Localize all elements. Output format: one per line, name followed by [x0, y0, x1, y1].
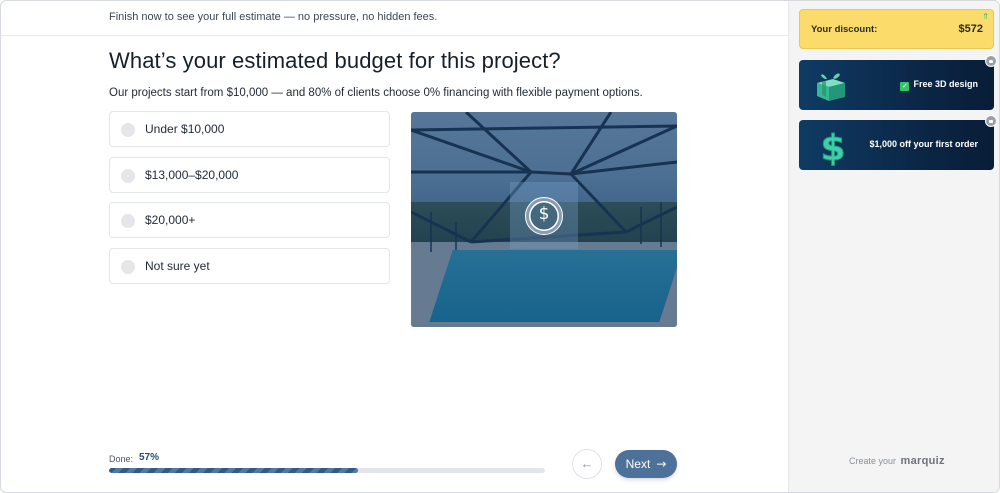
money-icon: $: [820, 128, 846, 167]
option-label: Under $10,000: [145, 122, 225, 136]
radio-button[interactable]: [121, 259, 135, 274]
lock-icon: [985, 115, 997, 127]
answer-options: Under $10,000 $13,000–$20,000 $20,000+ N…: [109, 111, 390, 293]
create-your-marquiz-link[interactable]: Create your marquiz: [849, 455, 945, 467]
back-button[interactable]: ←: [572, 449, 602, 479]
quiz-window: Finish now to see your full estimate — n…: [0, 0, 1000, 493]
progress-label: Done:: [109, 454, 134, 464]
next-label: Next: [625, 457, 651, 471]
banner-text: Finish now to see your full estimate — n…: [109, 11, 438, 23]
question-subtitle: Our projects start from $10,000 — and 80…: [109, 87, 643, 99]
radio-button[interactable]: [121, 168, 135, 183]
option-under-10000[interactable]: Under $10,000: [109, 111, 390, 147]
arrow-right-icon: →: [656, 457, 667, 471]
question-title: What’s your estimated budget for this pr…: [109, 48, 561, 73]
bonus-1000-off[interactable]: $ $1,000 off your first order: [799, 120, 994, 170]
discount-panel: Your discount: $572 ⇑: [799, 9, 994, 49]
next-button[interactable]: Next →: [615, 450, 677, 478]
pool-enclosure-image: $: [411, 112, 677, 327]
discount-value: $572: [958, 23, 983, 35]
bonus-free-3d-design[interactable]: ✓ Free 3D design: [799, 60, 994, 110]
lock-icon: [985, 55, 997, 67]
marquiz-logo: marquiz: [900, 455, 945, 467]
discount-increase-icon: ⇑: [982, 12, 989, 21]
svg-text:$: $: [820, 128, 845, 166]
discount-label: Your discount:: [811, 24, 878, 35]
option-label: Not sure yet: [145, 258, 210, 273]
radio-button[interactable]: [121, 214, 135, 228]
arrow-left-icon: ←: [580, 456, 594, 471]
progress-bar: [109, 468, 545, 473]
option-label: $20,000+: [145, 213, 196, 227]
bonus-label: $1,000 off your first order: [869, 139, 978, 149]
dollar-symbol: $: [538, 204, 550, 224]
progress-fill: [109, 468, 358, 473]
checkmark-icon: ✓: [900, 82, 910, 91]
sidebar: Your discount: $572 ⇑ ✓ Free 3D design $ …: [788, 1, 999, 492]
option-13000-20000[interactable]: $13,000–$20,000: [109, 156, 390, 193]
option-not-sure[interactable]: Not sure yet: [109, 247, 390, 284]
radio-button[interactable]: [121, 123, 135, 137]
option-20000-plus[interactable]: $20,000+: [109, 202, 390, 238]
top-banner: Finish now to see your full estimate — n…: [1, 1, 788, 36]
option-label: $13,000–$20,000: [145, 167, 239, 182]
progress-percent: 57%: [139, 452, 160, 463]
gift-icon: [817, 73, 845, 101]
bonus-label: ✓ Free 3D design: [900, 79, 978, 91]
